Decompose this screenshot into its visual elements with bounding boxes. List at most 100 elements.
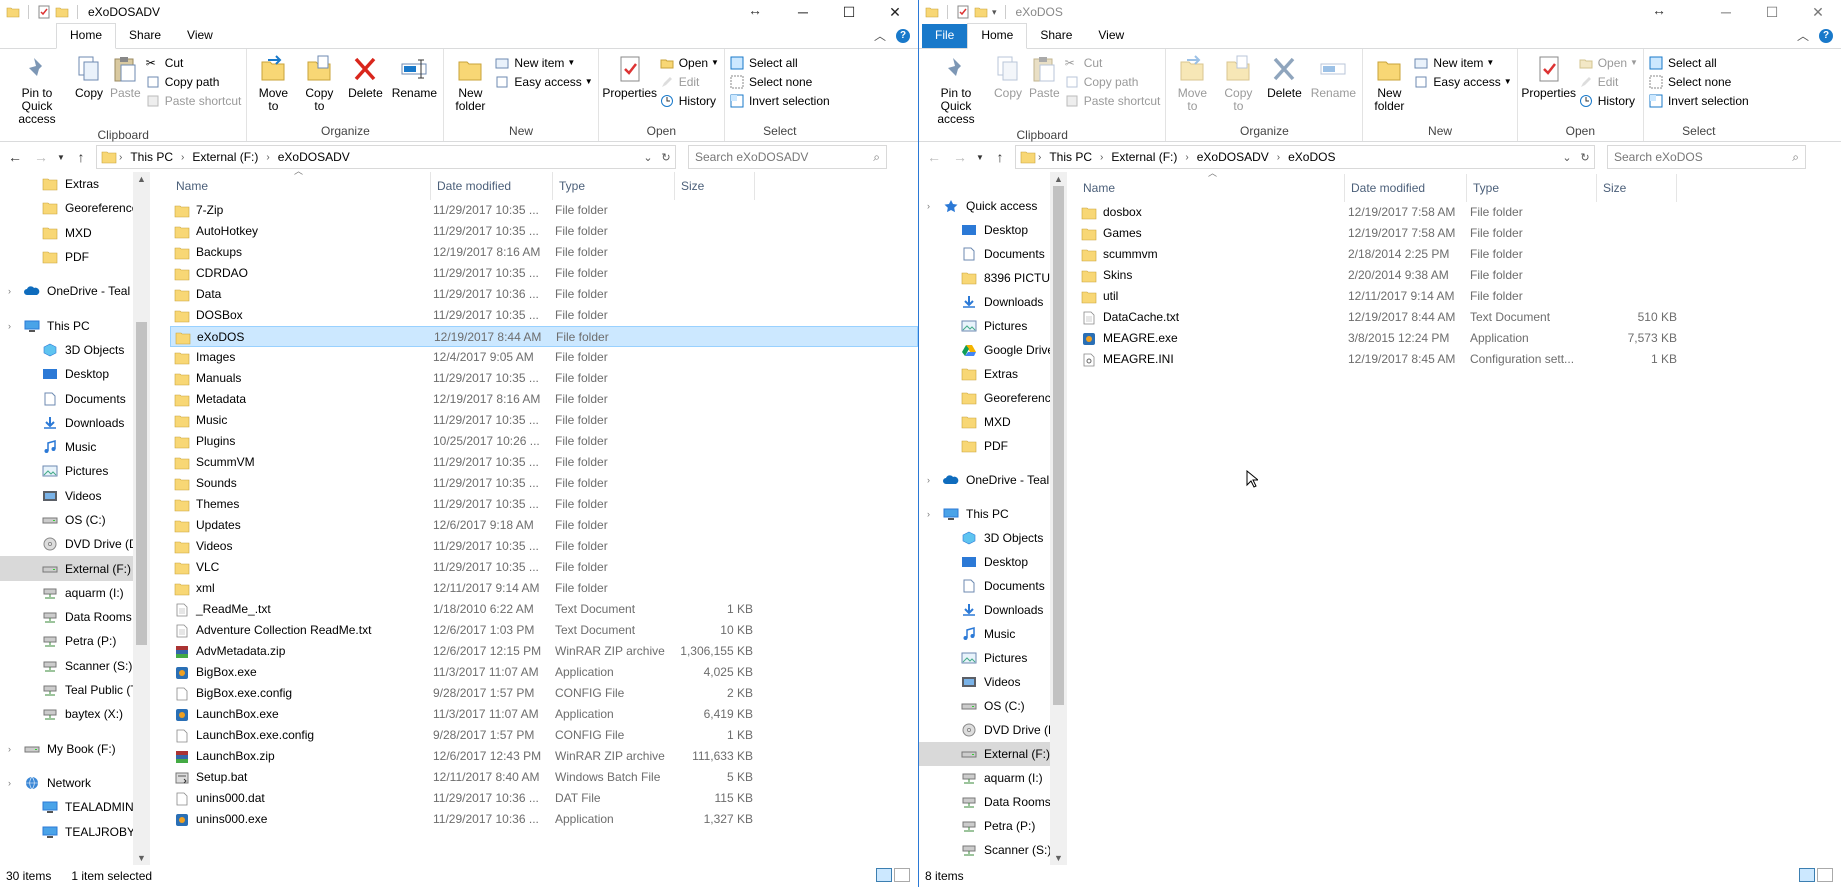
easy-access-button[interactable]: Easy access ▼ — [1414, 72, 1512, 91]
nav-item[interactable]: Music — [0, 435, 150, 459]
nav-item[interactable]: PDF — [919, 434, 1067, 458]
nav-item[interactable]: OS (C:) — [0, 508, 150, 532]
expand-chevron-icon[interactable]: › — [8, 744, 20, 754]
nav-item[interactable]: 3D Objects — [919, 526, 1067, 550]
breadcrumb-this-pc[interactable]: This PC — [1049, 150, 1092, 164]
properties-button[interactable]: Properties — [602, 52, 658, 124]
delete-button[interactable]: Delete — [342, 52, 388, 124]
file-row[interactable]: Adventure Collection ReadMe.txt 12/6/201… — [170, 620, 918, 641]
nav-scrollbar[interactable]: ▲ ▼ — [1050, 172, 1067, 865]
search-input[interactable]: Search eXoDOSADV ⌕ — [688, 145, 887, 169]
nav-item[interactable]: › Network — [0, 771, 150, 795]
expand-chevron-icon[interactable]: › — [8, 321, 20, 331]
file-row[interactable]: DOSBox 11/29/2017 10:35 ... File folder — [170, 305, 918, 326]
breadcrumb-external[interactable]: External (F:) — [192, 150, 258, 164]
nav-item[interactable]: Extras — [0, 172, 150, 196]
nav-item[interactable]: Teal Public (T:) — [0, 678, 150, 702]
nav-item[interactable]: › This PC — [919, 502, 1067, 526]
nav-item[interactable]: Desktop✦ — [919, 218, 1067, 242]
nav-item[interactable]: Videos — [0, 484, 150, 508]
nav-item[interactable]: Desktop — [919, 550, 1067, 574]
file-row[interactable]: Games 12/19/2017 7:58 AM File folder — [1077, 223, 1841, 244]
paste-button[interactable]: Paste — [107, 52, 144, 128]
history-button[interactable]: History — [660, 91, 719, 110]
file-row[interactable]: Plugins 10/25/2017 10:26 ... File folder — [170, 431, 918, 452]
file-row[interactable]: BigBox.exe 11/3/2017 11:07 AM Applicatio… — [170, 662, 918, 683]
paste-button[interactable]: Paste — [1026, 52, 1063, 128]
expand-chevron-icon[interactable]: › — [8, 778, 20, 788]
tab-view[interactable]: View — [1085, 24, 1137, 48]
paste-shortcut-button[interactable]: Paste shortcut — [146, 91, 241, 110]
nav-item[interactable]: › Quick access — [919, 194, 1067, 218]
file-row[interactable]: Data 11/29/2017 10:36 ... File folder — [170, 284, 918, 305]
rename-button[interactable]: Rename — [1307, 52, 1359, 124]
file-row[interactable]: BigBox.exe.config 9/28/2017 1:57 PM CONF… — [170, 683, 918, 704]
help-icon[interactable]: ? — [1819, 28, 1833, 43]
file-row[interactable]: unins000.exe 11/29/2017 10:36 ... Applic… — [170, 809, 918, 830]
select-none-button[interactable]: Select none — [1649, 72, 1749, 91]
copy-to-button[interactable]: Copy to — [1215, 52, 1261, 124]
column-header-size[interactable]: Size — [1597, 174, 1677, 202]
file-row[interactable]: AdvMetadata.zip 12/6/2017 12:15 PM WinRA… — [170, 641, 918, 662]
nav-item[interactable]: Downloads✦ — [919, 290, 1067, 314]
qat-dropdown-icon[interactable]: ▾ — [992, 7, 997, 18]
breadcrumb-external[interactable]: External (F:) — [1111, 150, 1177, 164]
file-row[interactable]: ScummVM 11/29/2017 10:35 ... File folder — [170, 452, 918, 473]
open-button[interactable]: Open ▼ — [660, 53, 719, 72]
nav-item[interactable]: Petra (P:) — [0, 629, 150, 653]
file-row[interactable]: scummvm 2/18/2014 2:25 PM File folder — [1077, 244, 1841, 265]
invert-selection-button[interactable]: Invert selection — [730, 91, 830, 110]
file-row[interactable]: Images 12/4/2017 9:05 AM File folder — [170, 347, 918, 368]
nav-item[interactable]: aquarm (I:) — [0, 581, 150, 605]
breadcrumb-exodos[interactable]: eXoDOS — [1288, 150, 1335, 164]
back-button[interactable]: ← — [4, 149, 26, 165]
nav-item[interactable]: Desktop — [0, 362, 150, 386]
move-to-button[interactable]: Move to — [250, 52, 296, 124]
file-row[interactable]: dosbox 12/19/2017 7:58 AM File folder — [1077, 202, 1841, 223]
pin-quick-access-button[interactable]: Pin to Quick access — [3, 52, 71, 128]
tab-view[interactable]: View — [174, 24, 226, 48]
recent-locations-button[interactable]: ▼ — [56, 153, 66, 162]
up-button[interactable]: ↑ — [989, 149, 1011, 165]
nav-item[interactable]: External (F:) — [0, 556, 150, 581]
open-button[interactable]: Open ▼ — [1579, 53, 1638, 72]
nav-item[interactable]: Data Rooms (\\T — [919, 790, 1067, 814]
new-folder-button[interactable]: New folder — [1366, 52, 1412, 124]
select-all-button[interactable]: Select all — [1649, 53, 1749, 72]
copy-button[interactable]: Copy — [71, 52, 107, 128]
new-folder-button[interactable]: New folder — [447, 52, 493, 124]
maximize-button[interactable]: ☐ — [1749, 0, 1795, 24]
nav-item[interactable]: External (F:) — [919, 742, 1067, 766]
search-input[interactable]: Search eXoDOS ⌕ — [1607, 145, 1806, 169]
address-bar[interactable]: › This PC › External (F:) › eXoDOSADV › … — [1015, 145, 1595, 169]
edit-button[interactable]: Edit — [660, 72, 719, 91]
file-row[interactable]: Metadata 12/19/2017 8:16 AM File folder — [170, 389, 918, 410]
file-row[interactable]: MEAGRE.exe 3/8/2015 12:24 PM Application… — [1077, 328, 1841, 349]
nav-item[interactable]: Pictures — [919, 646, 1067, 670]
nav-item[interactable]: Georeference — [0, 196, 150, 220]
file-row[interactable]: eXoDOS 12/19/2017 8:44 AM File folder — [170, 326, 918, 347]
nav-item[interactable]: › My Book (F:) — [0, 737, 150, 761]
column-header-type[interactable]: Type — [1467, 174, 1597, 202]
refresh-icon[interactable]: ↻ — [1576, 151, 1594, 164]
nav-item[interactable]: Documents — [919, 574, 1067, 598]
tab-home[interactable]: Home — [967, 23, 1028, 49]
ribbon-collapse-icon[interactable]: ︿ — [874, 27, 886, 44]
properties-qat-icon[interactable] — [37, 5, 51, 19]
nav-item[interactable]: Videos — [919, 670, 1067, 694]
breadcrumb-exodosadv[interactable]: eXoDOSADV — [278, 150, 350, 164]
invert-selection-button[interactable]: Invert selection — [1649, 91, 1749, 110]
column-header-size[interactable]: Size — [675, 172, 755, 200]
large-icons-view-button[interactable] — [1817, 868, 1833, 882]
nav-item[interactable]: Documents✦ — [919, 242, 1067, 266]
pin-quick-access-button[interactable]: Pin to Quick access — [922, 52, 990, 128]
column-header-date[interactable]: Date modified — [431, 172, 553, 200]
file-row[interactable]: AutoHotkey 11/29/2017 10:35 ... File fol… — [170, 221, 918, 242]
nav-item[interactable]: Downloads — [919, 598, 1067, 622]
nav-item[interactable]: Pictures — [0, 459, 150, 483]
copy-to-button[interactable]: Copy to — [296, 52, 342, 124]
edit-button[interactable]: Edit — [1579, 72, 1638, 91]
file-row[interactable]: LaunchBox.zip 12/6/2017 12:43 PM WinRAR … — [170, 746, 918, 767]
nav-item[interactable]: 8396 PICTURI✦ — [919, 266, 1067, 290]
breadcrumb-exodosadv[interactable]: eXoDOSADV — [1197, 150, 1269, 164]
